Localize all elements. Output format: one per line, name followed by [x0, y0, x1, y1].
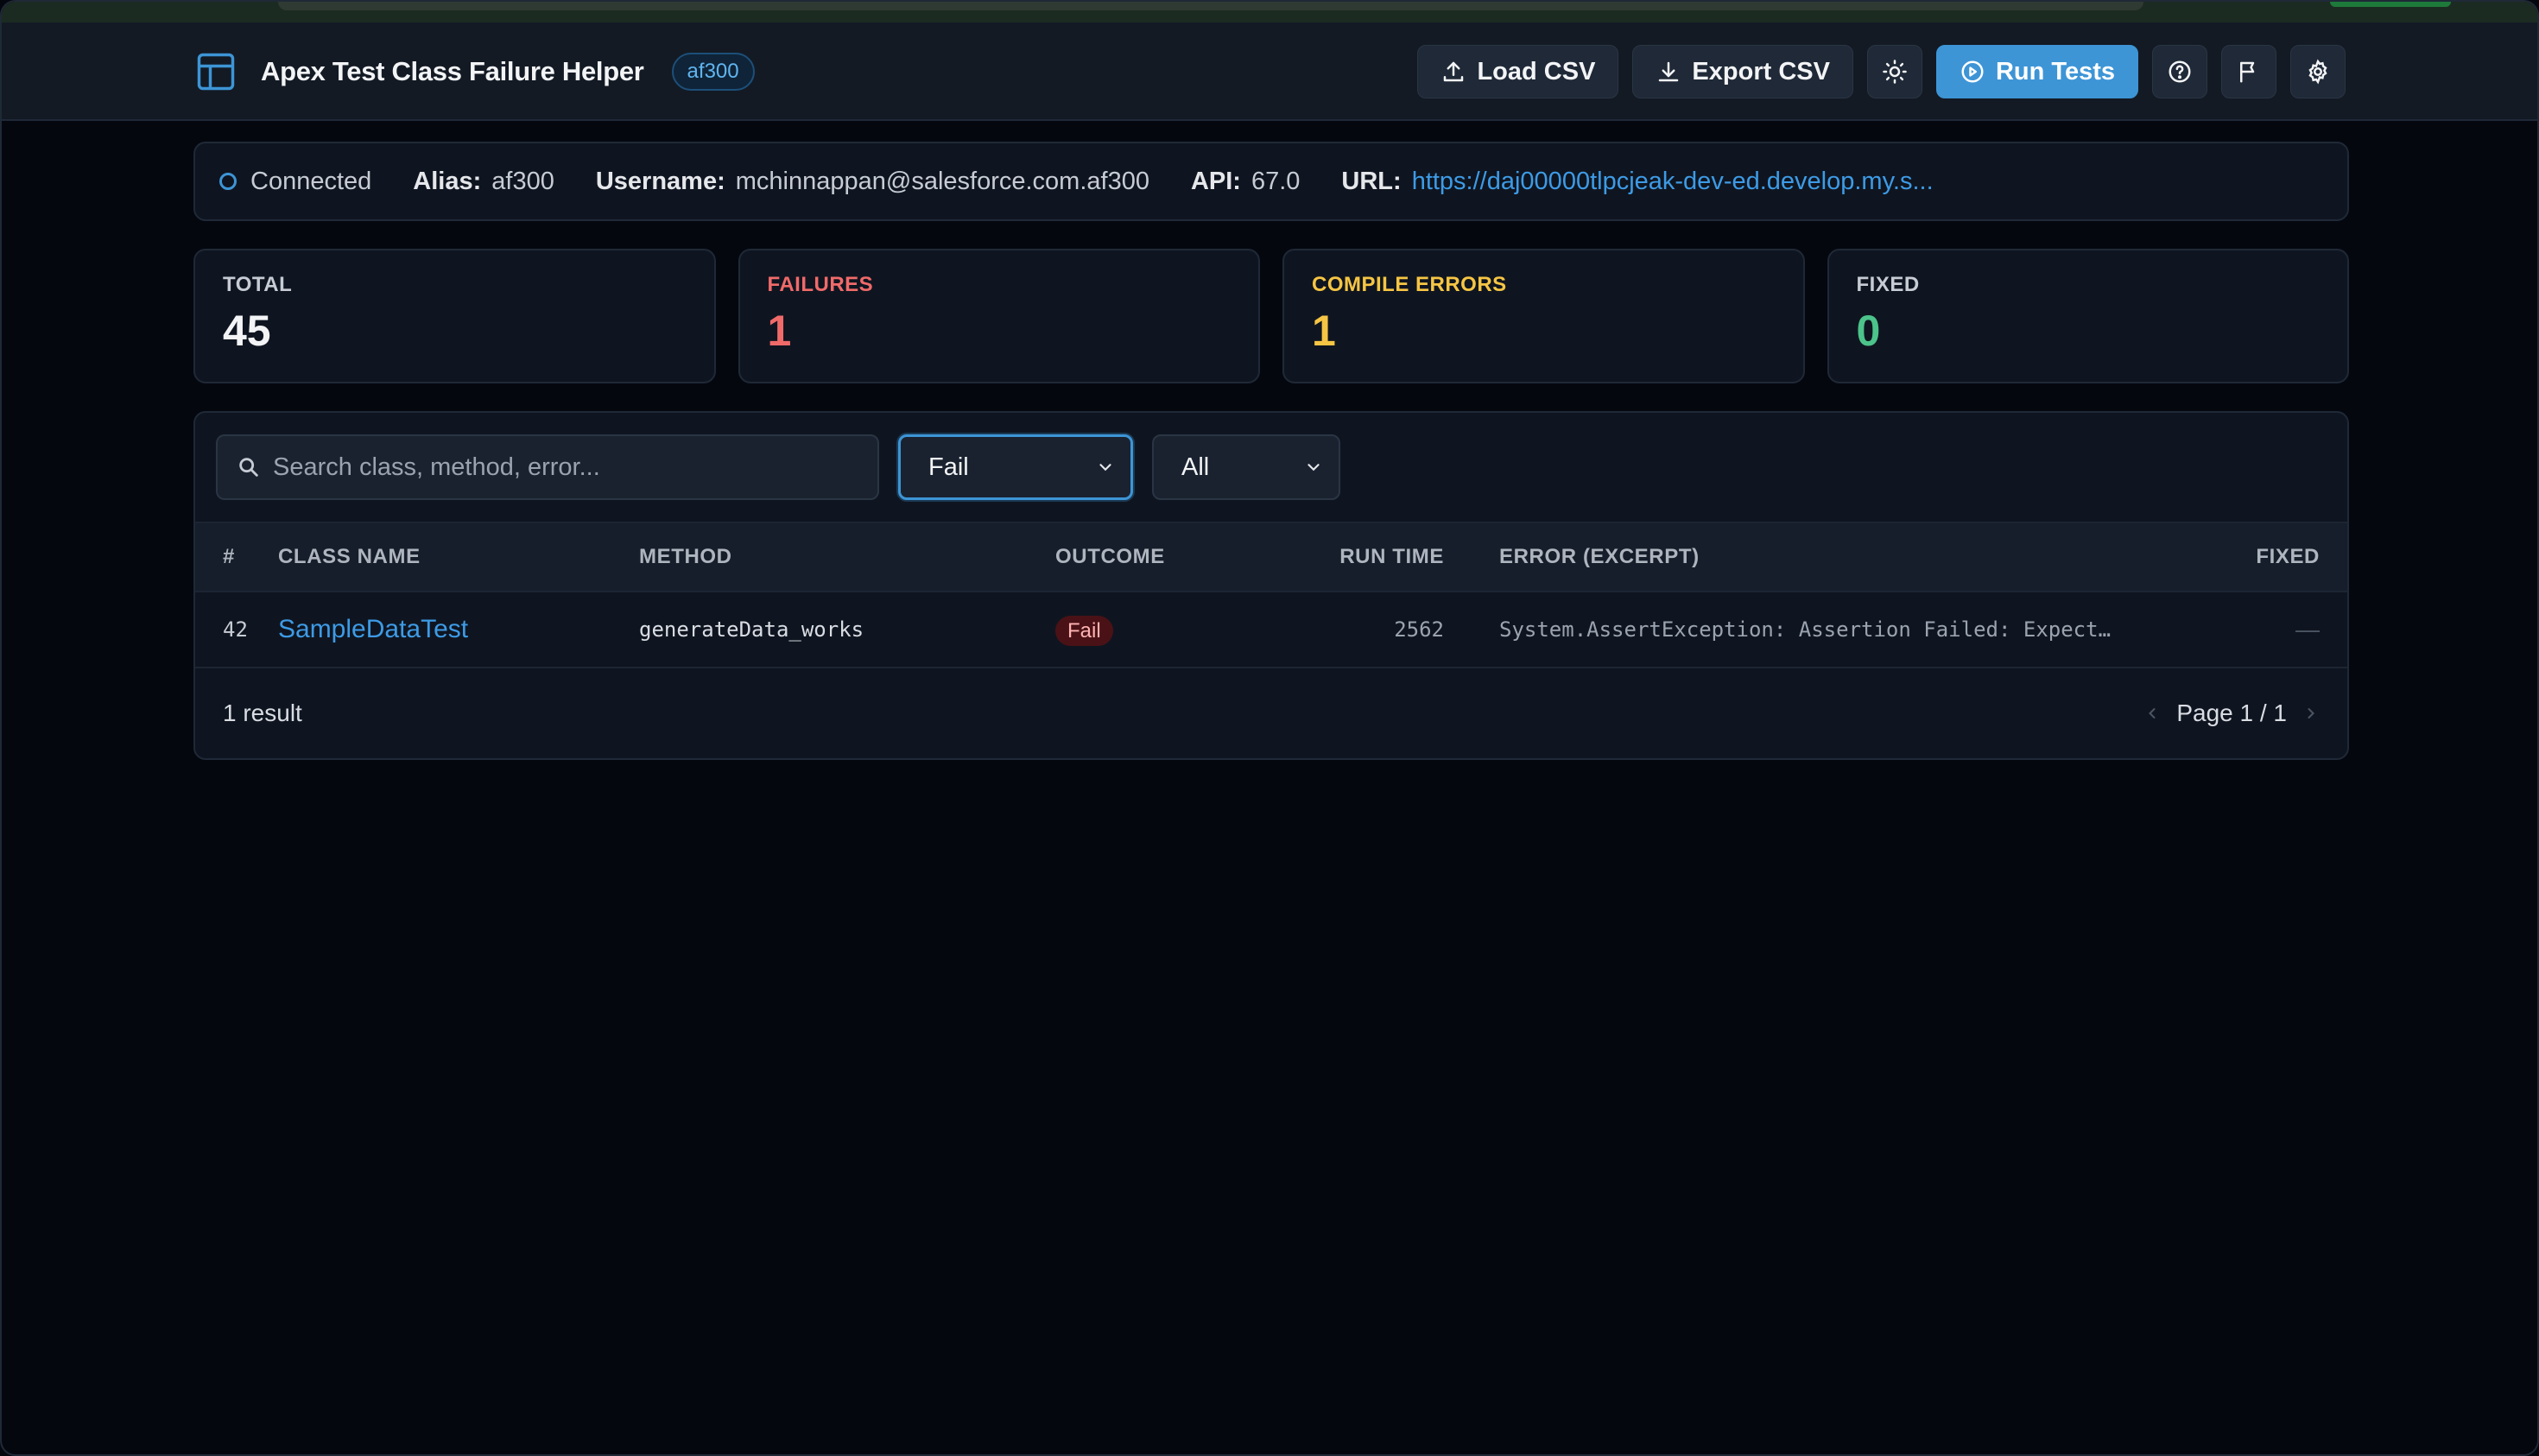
connection-bar: Connected Alias: af300 Username: mchinna…: [193, 142, 2349, 221]
play-circle-icon: [1961, 60, 1984, 83]
column-header-outcome[interactable]: OUTCOME: [1055, 545, 1306, 569]
flag-icon: [2240, 61, 2255, 83]
load-csv-button[interactable]: Load CSV: [1417, 45, 1619, 98]
stat-label: TOTAL: [223, 273, 293, 296]
status-circle-icon: [219, 173, 237, 190]
window-top-strip: [2, 2, 2537, 22]
connection-status-text: Connected: [250, 167, 372, 195]
stat-value: 1: [767, 307, 792, 355]
search-placeholder: Search class, method, error...: [273, 453, 600, 481]
connection-alias: Alias: af300: [413, 168, 554, 196]
stat-value: 45: [223, 307, 271, 355]
alias-badge: af300: [671, 53, 755, 91]
column-header-method[interactable]: METHOD: [639, 545, 1055, 569]
column-header-class-name[interactable]: CLASS NAME: [278, 545, 639, 569]
help-icon: [2169, 60, 2191, 83]
sun-icon: [1883, 60, 1907, 84]
app-header: Apex Test Class Failure Helper af300 Loa…: [2, 22, 2537, 121]
download-icon: [1659, 61, 1679, 82]
column-header-run-time[interactable]: RUN TIME: [1306, 545, 1444, 569]
stats-row: TOTAL 45 FAILURES 1 COMPILE ERRORS 1 FIX…: [193, 249, 2349, 383]
page-indicator: Page 1 / 1: [2176, 700, 2287, 726]
table-row[interactable]: 42 SampleDataTest generateData_works Fai…: [195, 592, 2347, 668]
stat-card-compile-errors: COMPILE ERRORS 1: [1282, 249, 1805, 383]
column-header-fixed[interactable]: FIXED: [2126, 545, 2347, 569]
results-panel: Search class, method, error... Fail All …: [193, 411, 2349, 760]
table-header: # CLASS NAME METHOD OUTCOME RUN TIME ERR…: [195, 522, 2347, 592]
export-csv-label: Export CSV: [1692, 57, 1830, 85]
gear-icon: [2308, 59, 2327, 85]
status-indicator: [2330, 2, 2451, 7]
stat-card-failures: FAILURES 1: [738, 249, 1260, 383]
help-button[interactable]: [2152, 45, 2207, 98]
method-name: generateData_works: [639, 617, 864, 642]
outcome-filter-value: Fail: [928, 453, 969, 481]
brand: Apex Test Class Failure Helper af300: [193, 47, 755, 97]
load-csv-label: Load CSV: [1477, 57, 1596, 85]
stat-value: 0: [1856, 307, 1881, 355]
org-url-link[interactable]: https://daj00000tlpcjeak-dev-ed.develop.…: [1412, 168, 1934, 196]
app-title: Apex Test Class Failure Helper: [261, 56, 644, 86]
column-header-error[interactable]: ERROR (EXCERPT): [1444, 545, 2126, 569]
alias-value: af300: [491, 167, 554, 195]
stat-card-fixed: FIXED 0: [1827, 249, 2349, 383]
api-label: API:: [1190, 167, 1241, 195]
scope-filter-select[interactable]: All: [1152, 434, 1340, 500]
theme-toggle-button[interactable]: [1866, 45, 1922, 98]
chevron-right-icon[interactable]: [2302, 705, 2320, 722]
pagination: Page 1 / 1: [2143, 700, 2320, 727]
outcome-badge: Fail: [1055, 616, 1113, 646]
stat-value: 1: [1312, 307, 1336, 355]
filter-bar: Search class, method, error... Fail All: [195, 413, 2347, 522]
stat-card-total: TOTAL 45: [193, 249, 716, 383]
api-value: 67.0: [1251, 167, 1301, 195]
fixed-value[interactable]: —: [2126, 616, 2347, 643]
scope-filter-value: All: [1181, 453, 1210, 481]
toolbar: Load CSV Export CSV Run Tests: [1417, 45, 2346, 98]
chevron-down-icon: [1307, 464, 1320, 472]
app-window: Apex Test Class Failure Helper af300 Loa…: [0, 0, 2539, 1456]
username-label: Username:: [595, 167, 725, 195]
result-count: 1 result: [223, 700, 302, 726]
settings-button[interactable]: [2290, 45, 2346, 98]
flag-button[interactable]: [2221, 45, 2276, 98]
class-name-link[interactable]: SampleDataTest: [278, 615, 639, 644]
stat-label: FAILURES: [767, 273, 874, 296]
connection-api: API: 67.0: [1191, 168, 1300, 196]
search-icon: [239, 458, 258, 477]
column-header-number[interactable]: #: [195, 545, 278, 569]
connection-username: Username: mchinnappan@salesforce.com.af3…: [596, 168, 1149, 196]
row-number: 42: [223, 617, 248, 642]
outcome-filter-select[interactable]: Fail: [898, 434, 1133, 500]
chevron-left-icon[interactable]: [2143, 705, 2161, 722]
search-input[interactable]: Search class, method, error...: [216, 434, 879, 500]
upload-icon: [1444, 61, 1464, 82]
export-csv-button[interactable]: Export CSV: [1632, 45, 1853, 98]
connection-status: Connected: [219, 168, 371, 196]
table-layout-icon: [197, 53, 235, 91]
stat-label: FIXED: [1856, 273, 1920, 296]
run-time-value: 2562: [1394, 617, 1444, 642]
error-excerpt: System.AssertException: Assertion Failed…: [1499, 617, 2112, 642]
outcome-cell: Fail: [1055, 616, 1306, 646]
connection-url: URL: https://daj00000tlpcjeak-dev-ed.dev…: [1341, 168, 1933, 196]
url-label: URL:: [1341, 167, 1402, 195]
browser-tab-strip: [278, 2, 2143, 10]
username-value: mchinnappan@salesforce.com.af300: [735, 167, 1149, 195]
run-tests-button[interactable]: Run Tests: [1935, 45, 2138, 98]
table-footer: 1 result Page 1 / 1: [195, 668, 2347, 758]
run-tests-label: Run Tests: [1995, 57, 2115, 85]
alias-label: Alias:: [413, 167, 482, 195]
stat-label: COMPILE ERRORS: [1312, 273, 1507, 296]
chevron-down-icon: [1099, 464, 1111, 472]
